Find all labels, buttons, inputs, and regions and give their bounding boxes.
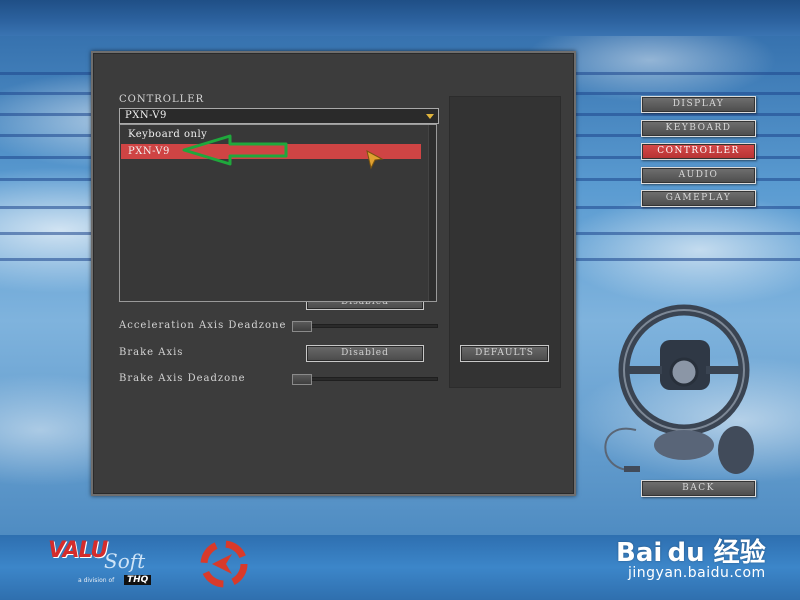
mouse-cursor-icon	[366, 150, 384, 170]
brake-deadzone-thumb[interactable]	[292, 374, 312, 385]
valusoft-logo-text: VALU	[48, 538, 108, 563]
acceleration-deadzone-slider[interactable]	[292, 324, 438, 328]
back-button[interactable]: BACK	[641, 480, 756, 497]
controller-select-value: PXN-V9	[125, 110, 167, 121]
brake-axis-button[interactable]: Disabled	[306, 345, 424, 362]
publisher-logo-icon	[200, 540, 248, 588]
top-bar	[0, 0, 800, 36]
brake-deadzone-label: Brake Axis Deadzone	[119, 373, 246, 384]
menu-gameplay-button[interactable]: GAMEPLAY	[641, 190, 756, 207]
menu-keyboard-button[interactable]: KEYBOARD	[641, 120, 756, 137]
valusoft-logo-soft: Soft	[104, 549, 146, 573]
dropdown-arrow-icon[interactable]	[426, 114, 434, 119]
menu-controller-button[interactable]: CONTROLLER	[641, 143, 756, 160]
dropdown-scrollbar[interactable]	[428, 125, 436, 301]
menu-display-button[interactable]: DISPLAY	[641, 96, 756, 113]
thq-logo-text: THQ	[124, 575, 152, 585]
brake-deadzone-slider[interactable]	[292, 377, 438, 381]
baidu-watermark: Bai du 经验	[616, 538, 766, 568]
defaults-button[interactable]: DEFAULTS	[460, 345, 549, 362]
division-text: a division of	[78, 577, 115, 584]
steering-wheel-image	[604, 304, 754, 474]
menu-audio-button[interactable]: AUDIO	[641, 167, 756, 184]
acceleration-deadzone-label: Acceleration Axis Deadzone	[119, 320, 287, 331]
controller-select[interactable]: PXN-V9	[119, 108, 439, 124]
acceleration-deadzone-thumb[interactable]	[292, 321, 312, 332]
brake-axis-label: Brake Axis	[119, 347, 184, 358]
controller-options-panel: CONTROLLER PXN-V9 Acceleration Axis Disa…	[91, 51, 576, 496]
annotation-arrow-icon	[182, 134, 288, 166]
baidu-watermark-url: jingyan.baidu.com	[628, 565, 766, 581]
controller-section-title: CONTROLLER	[119, 94, 205, 105]
